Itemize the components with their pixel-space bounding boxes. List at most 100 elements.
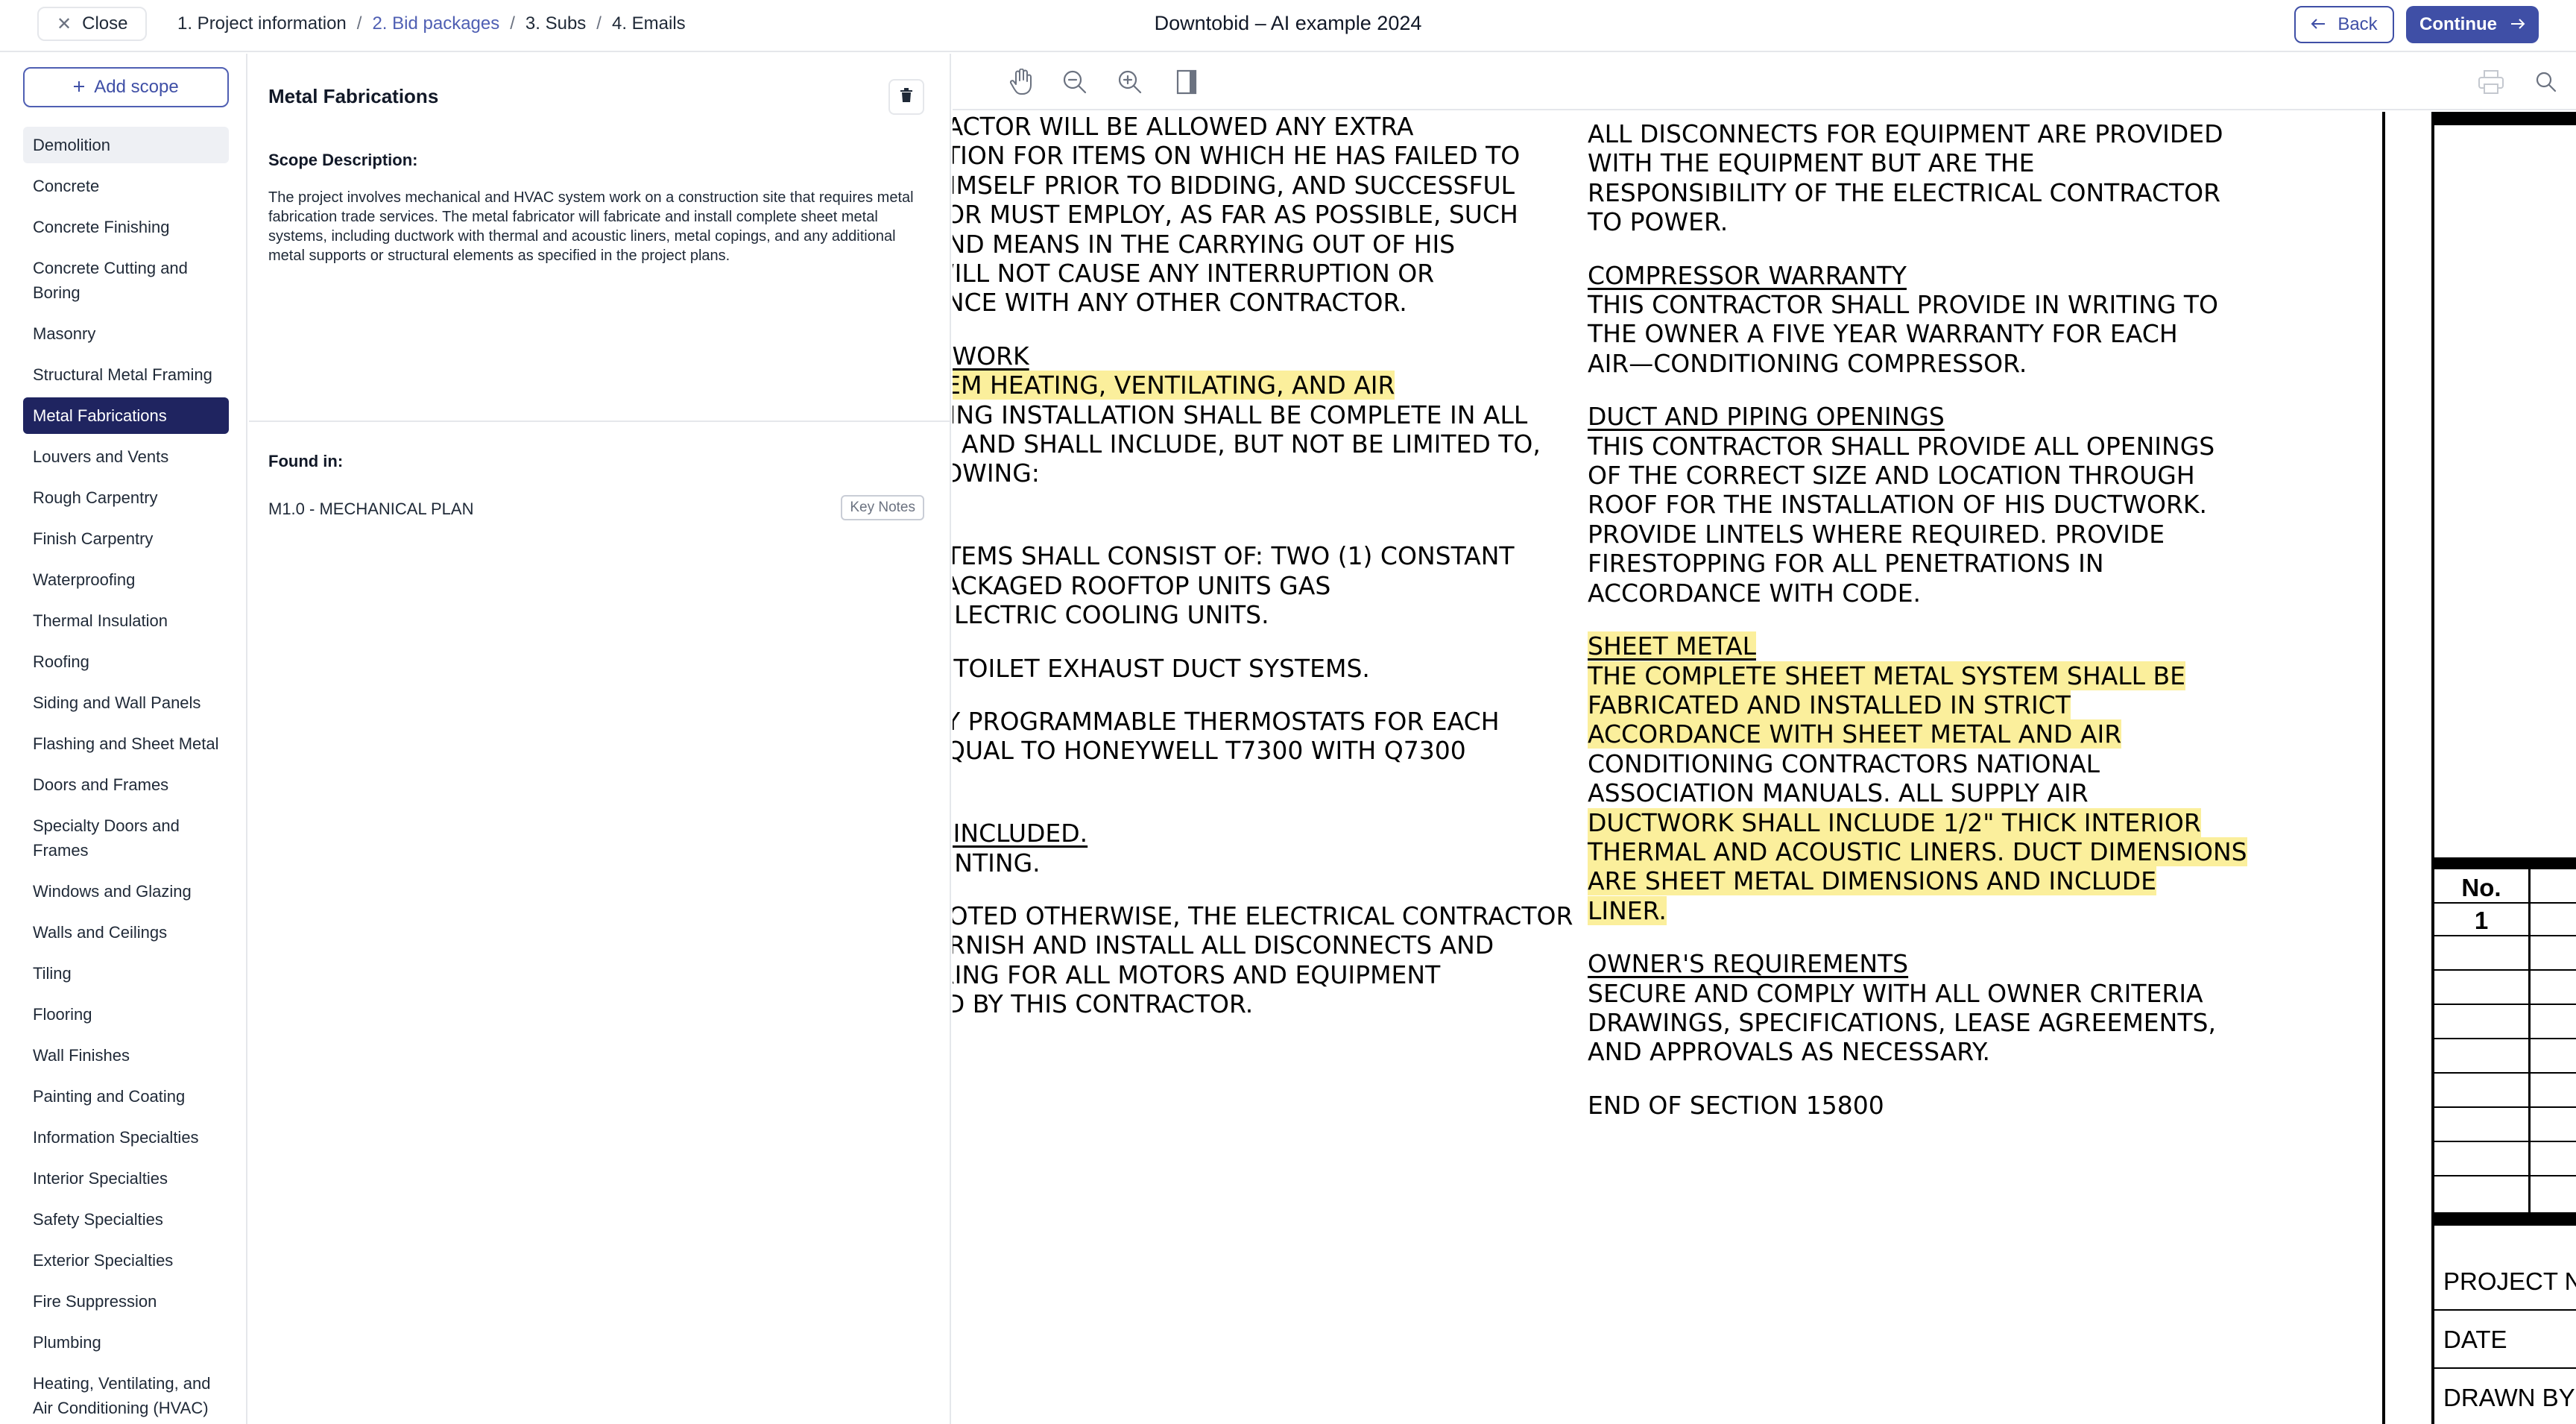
revision-row-line — [2434, 1038, 2576, 1039]
spec-line: IRING FOR ALL MOTORS AND EQUIPMENT — [953, 960, 1573, 989]
revision-row-line — [2434, 935, 2576, 936]
spec-line: NOTED OTHERWISE, THE ELECTRICAL CONTRACT… — [953, 901, 1573, 930]
search-icon[interactable] — [2531, 67, 2561, 97]
sidebar-item-finish-carpentry[interactable]: Finish Carpentry — [23, 520, 229, 557]
spec-text: EQUAL TO HONEYWELL T7300 WITH Q7300 — [953, 736, 1466, 766]
sidebar-item-rough-carpentry[interactable]: Rough Carpentry — [23, 479, 229, 516]
arrow-left-icon — [2311, 14, 2326, 35]
zoom-out-icon[interactable] — [1060, 67, 1090, 97]
spec-line: THIS CONTRACTOR SHALL PROVIDE ALL OPENIN… — [1588, 432, 2247, 461]
spec-line: OF THE CORRECT SIZE AND LOCATION THROUGH — [1588, 461, 2247, 490]
sidebar-item-windows-and-glazing[interactable]: Windows and Glazing — [23, 873, 229, 910]
print-icon[interactable] — [2476, 67, 2506, 97]
sidebar-item-flashing-and-sheet-metal[interactable]: Flashing and Sheet Metal — [23, 725, 229, 762]
found-in-item[interactable]: M1.0 - MECHANICAL PLAN Key Notes — [268, 494, 924, 523]
sidebar-item-masonry[interactable]: Masonry — [23, 315, 229, 352]
sidebar-item-plumbing[interactable]: Plumbing — [23, 1324, 229, 1361]
spec-text: PACKAGED ROOFTOP UNITS GAS — [953, 570, 1331, 600]
found-in-label: Found in: — [268, 452, 344, 470]
breadcrumb-project-information[interactable]: 1. Project information — [177, 13, 347, 34]
hand-icon[interactable] — [1006, 67, 1036, 97]
sidebar-item-siding-and-wall-panels[interactable]: Siding and Wall Panels — [23, 684, 229, 721]
spec-text: ACCORDANCE WITH CODE. — [1588, 578, 1922, 608]
spec-text: THE COMPLETE SHEET METAL SYSTEM SHALL BE — [1588, 661, 2186, 690]
sidebar-item-specialty-doors-and-frames[interactable]: Specialty Doors and Frames — [23, 807, 229, 869]
spec-text: SECURE AND COMPLY WITH ALL OWNER CRITERI… — [1588, 978, 2203, 1008]
scope-description-label: Scope Description: — [268, 151, 418, 169]
plus-icon — [73, 77, 85, 98]
drawing-sheet[interactable]: RACTOR WILL BE ALLOWED ANY EXTRA ATION FO… — [953, 112, 2576, 1424]
spec-line: ARE SHEET METAL DIMENSIONS AND INCLUDE — [1588, 866, 2247, 896]
revision-row-line — [2434, 1141, 2576, 1142]
key-notes-tag[interactable]: Key Notes — [841, 495, 924, 520]
add-scope-button[interactable]: Add scope — [23, 67, 229, 107]
project-number-label: PROJECT N — [2443, 1267, 2576, 1295]
spec-text: PROVIDE LINTELS WHERE REQUIRED. PROVIDE — [1588, 519, 2165, 549]
sidebar-item-flooring[interactable]: Flooring — [23, 996, 229, 1033]
spec-line: T INCLUDED. — [953, 819, 1573, 848]
sidebar-item-concrete-finishing[interactable]: Concrete Finishing — [23, 209, 229, 245]
sidebar-item-demolition[interactable]: Demolition — [23, 127, 229, 163]
breadcrumb-subs[interactable]: 3. Subs — [525, 13, 586, 34]
title-block-band — [2434, 1212, 2576, 1226]
breadcrumb-emails[interactable]: 4. Emails — [612, 13, 686, 34]
sidebar-item-painting-and-coating[interactable]: Painting and Coating — [23, 1078, 229, 1115]
sidebar-item-walls-and-ceilings[interactable]: Walls and Ceilings — [23, 914, 229, 951]
sidebar-item-heating-ventilating-and-air-conditioning-hvac[interactable]: Heating, Ventilating, and Air Conditioni… — [23, 1365, 229, 1424]
spec-line: SHEET METAL — [1588, 631, 2247, 661]
spec-notes-left-column: RACTOR WILL BE ALLOWED ANY EXTRA ATION FO… — [953, 112, 1573, 1019]
sidebar-item-waterproofing[interactable]: Waterproofing — [23, 561, 229, 598]
spec-line: DUCTWORK SHALL INCLUDE 1/2" THICK INTERI… — [1588, 807, 2247, 837]
sidebar-item-information-specialties[interactable]: Information Specialties — [23, 1119, 229, 1156]
spec-text: DRAWINGS, SPECIFICATIONS, LEASE AGREEMEN… — [1588, 1007, 2216, 1037]
sidebar-item-structural-metal-framing[interactable]: Structural Metal Framing — [23, 356, 229, 393]
spec-line: THIS CONTRACTOR SHALL PROVIDE IN WRITING… — [1588, 290, 2247, 319]
spec-text: RESPONSIBILITY OF THE ELECTRICAL CONTRAC… — [1588, 177, 2221, 207]
sidebar-item-fire-suppression[interactable]: Fire Suppression — [23, 1283, 229, 1320]
document-viewer[interactable]: RACTOR WILL BE ALLOWED ANY EXTRA ATION FO… — [953, 54, 2576, 1424]
spec-line: URNISH AND INSTALL ALL DISCONNECTS AND — [953, 930, 1573, 960]
back-button[interactable]: Back — [2294, 6, 2394, 43]
zoom-in-icon[interactable] — [1115, 67, 1145, 97]
divider — [249, 420, 950, 422]
title-block-band — [2434, 112, 2576, 125]
revision-number: 1 — [2474, 907, 2489, 934]
spec-line: /ELECTRIC COOLING UNITS. — [953, 600, 1573, 629]
sidebar-item-tiling[interactable]: Tiling — [23, 955, 229, 992]
spec-line: ALL DISCONNECTS FOR EQUIPMENT ARE PROVID… — [1588, 119, 2247, 148]
title-block: No. 1 PROJECT N DATE DRAWN BY — [2431, 112, 2576, 1424]
spec-line: ACCORDANCE WITH CODE. — [1588, 579, 2247, 608]
breadcrumb-bid-packages[interactable]: 2. Bid packages — [372, 13, 499, 34]
sidebar-item-safety-specialties[interactable]: Safety Specialties — [23, 1201, 229, 1238]
spec-text: NING INSTALLATION SHALL BE COMPLETE IN A… — [953, 400, 1528, 429]
sidebar-item-doors-and-frames[interactable]: Doors and Frames — [23, 766, 229, 803]
sidebar-item-concrete-cutting-and-boring[interactable]: Concrete Cutting and Boring — [23, 250, 229, 311]
sidebar-item-metal-fabrications[interactable]: Metal Fabrications — [23, 397, 229, 434]
spec-heading: F WORK — [953, 341, 1029, 371]
sidebar-item-concrete[interactable]: Concrete — [23, 168, 229, 204]
sidebar-item-wall-finishes[interactable]: Wall Finishes — [23, 1037, 229, 1074]
sidebar-item-thermal-insulation[interactable]: Thermal Insulation — [23, 602, 229, 639]
sheet-border-line — [2382, 112, 2385, 1424]
spec-text: ACCORDANCE WITH SHEET METAL AND AIR — [1588, 719, 2122, 749]
spec-text: URNISH AND INSTALL ALL DISCONNECTS AND — [953, 930, 1494, 960]
spec-text: ARE SHEET METAL DIMENSIONS AND INCLUDE — [1588, 866, 2157, 896]
sidebar-item-exterior-specialties[interactable]: Exterior Specialties — [23, 1242, 229, 1279]
sheet-name[interactable]: M1.0 - MECHANICAL PLAN — [268, 500, 473, 519]
continue-button[interactable]: Continue — [2406, 6, 2539, 43]
delete-scope-button[interactable] — [888, 79, 924, 115]
spec-text: LOWING: — [953, 459, 1040, 488]
page-view-icon[interactable] — [1172, 67, 1202, 97]
sidebar-item-interior-specialties[interactable]: Interior Specialties — [23, 1160, 229, 1197]
spec-text: HIMSELF PRIOR TO BIDDING, AND SUCCESSFUL — [953, 170, 1515, 200]
close-button[interactable]: ✕ Close — [37, 7, 148, 41]
sidebar-item-roofing[interactable]: Roofing — [23, 643, 229, 680]
spec-text: AND MEANS IN THE CARRYING OUT OF HIS — [953, 229, 1456, 259]
spec-line: SECURE AND COMPLY WITH ALL OWNER CRITERI… — [1588, 979, 2247, 1008]
viewer-toolbar — [953, 54, 2576, 110]
sidebar-item-louvers-and-vents[interactable]: Louvers and Vents — [23, 438, 229, 475]
